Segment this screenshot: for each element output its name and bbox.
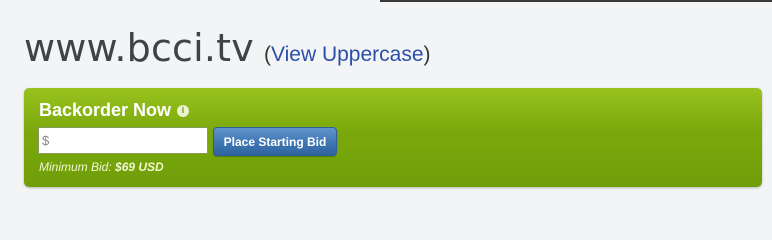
domain-header: www.bcci.tv (View Uppercase) — [24, 26, 431, 70]
view-uppercase-close-paren: ) — [423, 43, 431, 66]
backorder-panel: Backorder Now i Place Starting Bid Minim… — [24, 88, 762, 187]
place-starting-bid-button[interactable]: Place Starting Bid — [213, 127, 337, 156]
minimum-bid-value: $69 USD — [115, 160, 164, 174]
backorder-title-row: Backorder Now i — [39, 100, 190, 121]
domain-title: www.bcci.tv — [24, 26, 254, 70]
bid-amount-input[interactable] — [38, 127, 208, 154]
view-uppercase-link[interactable]: View Uppercase — [271, 43, 424, 66]
minimum-bid-text: Minimum Bid: $69 USD — [39, 160, 164, 174]
backorder-title: Backorder Now — [39, 100, 172, 120]
top-window-border — [380, 0, 772, 2]
minimum-bid-label: Minimum Bid: — [39, 160, 112, 174]
info-icon[interactable]: i — [177, 104, 190, 117]
view-uppercase-wrapper: (View Uppercase) — [264, 43, 431, 67]
view-uppercase-open-paren: ( — [263, 43, 271, 66]
